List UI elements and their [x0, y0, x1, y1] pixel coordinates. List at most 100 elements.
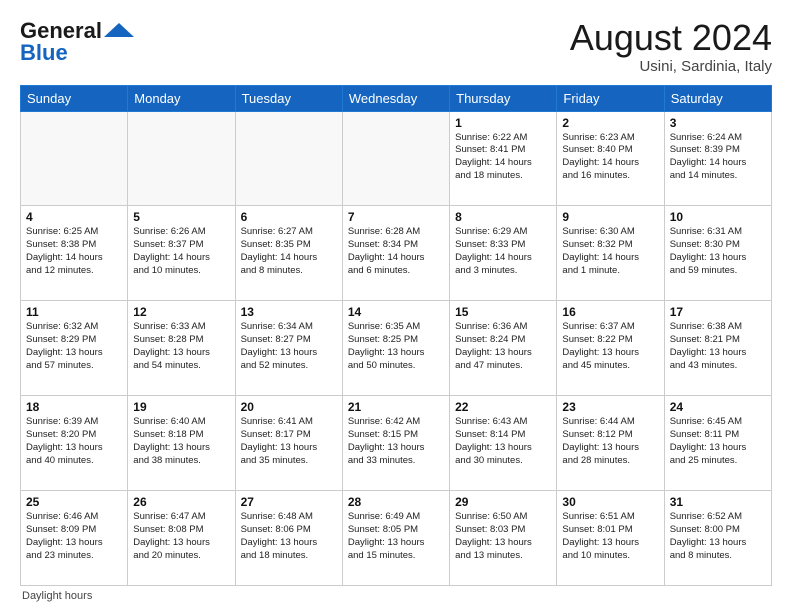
calendar-day-header: Sunday: [21, 85, 128, 111]
calendar-week-row: 4Sunrise: 6:25 AM Sunset: 8:38 PM Daylig…: [21, 206, 772, 301]
calendar-cell: 14Sunrise: 6:35 AM Sunset: 8:25 PM Dayli…: [342, 301, 449, 396]
calendar-cell: 18 Sunrise: 6:39 AM Sunset: 8:20 PM Dayli…: [21, 396, 128, 491]
logo: General Blue: [20, 18, 134, 66]
cell-sunrise-info: Sunrise: 6:44 AM Sunset: 8:12 PM Dayligh…: [562, 416, 658, 467]
cell-sunrise-info: Sunrise: 6:42 AM Sunset: 8:15 PM Dayligh…: [348, 416, 444, 467]
calendar-cell: 5Sunrise: 6:26 AM Sunset: 8:37 PM Daylig…: [128, 206, 235, 301]
cell-sunrise-info: Sunrise: 6:37 AM Sunset: 8:22 PM Dayligh…: [562, 321, 658, 372]
cell-sunrise-info: Sunrise: 6:46 AM Sunset: 8:09 PM Dayligh…: [26, 511, 122, 562]
page: General Blue August 2024 Usini, Sardinia…: [0, 0, 792, 612]
day-number: 30: [562, 495, 658, 509]
calendar-cell: [235, 111, 342, 206]
footer-note: Daylight hours: [20, 590, 772, 602]
calendar-cell: [21, 111, 128, 206]
cell-sunrise-info: Sunrise: 6:36 AM Sunset: 8:24 PM Dayligh…: [455, 321, 551, 372]
calendar-day-header: Monday: [128, 85, 235, 111]
calendar-cell: 4Sunrise: 6:25 AM Sunset: 8:38 PM Daylig…: [21, 206, 128, 301]
cell-sunrise-info: Sunrise: 6:34 AM Sunset: 8:27 PM Dayligh…: [241, 321, 337, 372]
day-number: 5: [133, 210, 229, 224]
day-number: 14: [348, 305, 444, 319]
calendar-cell: 21 Sunrise: 6:42 AM Sunset: 8:15 PM Dayli…: [342, 396, 449, 491]
cell-sunrise-info: Sunrise: 6:32 AM Sunset: 8:29 PM Dayligh…: [26, 321, 122, 372]
day-number: 24: [670, 400, 766, 414]
calendar-cell: 19 Sunrise: 6:40 AM Sunset: 8:18 PM Dayli…: [128, 396, 235, 491]
calendar-cell: 29 Sunrise: 6:50 AM Sunset: 8:03 PM Dayli…: [450, 491, 557, 586]
cell-sunrise-info: Sunrise: 6:52 AM Sunset: 8:00 PM Dayligh…: [670, 511, 766, 562]
day-number: 11: [26, 305, 122, 319]
day-number: 3: [670, 116, 766, 130]
day-number: 8: [455, 210, 551, 224]
calendar-week-row: 11 Sunrise: 6:32 AM Sunset: 8:29 PM Dayli…: [21, 301, 772, 396]
cell-sunrise-info: Sunrise: 6:29 AM Sunset: 8:33 PM Dayligh…: [455, 226, 551, 277]
day-number: 15: [455, 305, 551, 319]
day-number: 4: [26, 210, 122, 224]
calendar-cell: 25 Sunrise: 6:46 AM Sunset: 8:09 PM Dayli…: [21, 491, 128, 586]
day-number: 20: [241, 400, 337, 414]
day-number: 17: [670, 305, 766, 319]
calendar-day-header: Tuesday: [235, 85, 342, 111]
cell-sunrise-info: Sunrise: 6:24 AM Sunset: 8:39 PM Dayligh…: [670, 132, 766, 183]
cell-sunrise-info: Sunrise: 6:40 AM Sunset: 8:18 PM Dayligh…: [133, 416, 229, 467]
cell-sunrise-info: Sunrise: 6:49 AM Sunset: 8:05 PM Dayligh…: [348, 511, 444, 562]
day-number: 7: [348, 210, 444, 224]
calendar-cell: 2 Sunrise: 6:23 AM Sunset: 8:40 PM Daylig…: [557, 111, 664, 206]
calendar-cell: 10Sunrise: 6:31 AM Sunset: 8:30 PM Dayli…: [664, 206, 771, 301]
calendar-cell: [128, 111, 235, 206]
cell-sunrise-info: Sunrise: 6:23 AM Sunset: 8:40 PM Dayligh…: [562, 132, 658, 183]
day-number: 29: [455, 495, 551, 509]
calendar-day-header: Saturday: [664, 85, 771, 111]
calendar-cell: 16 Sunrise: 6:37 AM Sunset: 8:22 PM Dayli…: [557, 301, 664, 396]
cell-sunrise-info: Sunrise: 6:38 AM Sunset: 8:21 PM Dayligh…: [670, 321, 766, 372]
calendar-day-header: Friday: [557, 85, 664, 111]
calendar-cell: 24 Sunrise: 6:45 AM Sunset: 8:11 PM Dayli…: [664, 396, 771, 491]
day-number: 22: [455, 400, 551, 414]
calendar-week-row: 25 Sunrise: 6:46 AM Sunset: 8:09 PM Dayli…: [21, 491, 772, 586]
cell-sunrise-info: Sunrise: 6:43 AM Sunset: 8:14 PM Dayligh…: [455, 416, 551, 467]
calendar-cell: 31 Sunrise: 6:52 AM Sunset: 8:00 PM Dayli…: [664, 491, 771, 586]
day-number: 28: [348, 495, 444, 509]
day-number: 16: [562, 305, 658, 319]
calendar-cell: 12Sunrise: 6:33 AM Sunset: 8:28 PM Dayli…: [128, 301, 235, 396]
calendar-cell: 13 Sunrise: 6:34 AM Sunset: 8:27 PM Dayli…: [235, 301, 342, 396]
cell-sunrise-info: Sunrise: 6:30 AM Sunset: 8:32 PM Dayligh…: [562, 226, 658, 277]
day-number: 25: [26, 495, 122, 509]
cell-sunrise-info: Sunrise: 6:50 AM Sunset: 8:03 PM Dayligh…: [455, 511, 551, 562]
day-number: 19: [133, 400, 229, 414]
day-number: 6: [241, 210, 337, 224]
calendar-cell: 3 Sunrise: 6:24 AM Sunset: 8:39 PM Daylig…: [664, 111, 771, 206]
calendar-cell: 15 Sunrise: 6:36 AM Sunset: 8:24 PM Dayli…: [450, 301, 557, 396]
day-number: 10: [670, 210, 766, 224]
day-number: 21: [348, 400, 444, 414]
calendar-day-header: Thursday: [450, 85, 557, 111]
month-year: August 2024: [570, 18, 772, 58]
calendar-table: SundayMondayTuesdayWednesdayThursdayFrid…: [20, 85, 772, 586]
calendar-cell: [342, 111, 449, 206]
cell-sunrise-info: Sunrise: 6:33 AM Sunset: 8:28 PM Dayligh…: [133, 321, 229, 372]
calendar-cell: 17 Sunrise: 6:38 AM Sunset: 8:21 PM Dayli…: [664, 301, 771, 396]
cell-sunrise-info: Sunrise: 6:51 AM Sunset: 8:01 PM Dayligh…: [562, 511, 658, 562]
calendar-week-row: 18 Sunrise: 6:39 AM Sunset: 8:20 PM Dayli…: [21, 396, 772, 491]
cell-sunrise-info: Sunrise: 6:48 AM Sunset: 8:06 PM Dayligh…: [241, 511, 337, 562]
calendar-cell: 23 Sunrise: 6:44 AM Sunset: 8:12 PM Dayli…: [557, 396, 664, 491]
logo-blue: Blue: [20, 40, 68, 66]
title-block: August 2024 Usini, Sardinia, Italy: [570, 18, 772, 75]
cell-sunrise-info: Sunrise: 6:27 AM Sunset: 8:35 PM Dayligh…: [241, 226, 337, 277]
calendar-day-header: Wednesday: [342, 85, 449, 111]
calendar-cell: 6 Sunrise: 6:27 AM Sunset: 8:35 PM Daylig…: [235, 206, 342, 301]
calendar-cell: 30 Sunrise: 6:51 AM Sunset: 8:01 PM Dayli…: [557, 491, 664, 586]
day-number: 23: [562, 400, 658, 414]
day-number: 18: [26, 400, 122, 414]
day-number: 9: [562, 210, 658, 224]
calendar-cell: 1Sunrise: 6:22 AM Sunset: 8:41 PM Daylig…: [450, 111, 557, 206]
day-number: 1: [455, 116, 551, 130]
day-number: 2: [562, 116, 658, 130]
calendar-cell: 11 Sunrise: 6:32 AM Sunset: 8:29 PM Dayli…: [21, 301, 128, 396]
calendar-cell: 20Sunrise: 6:41 AM Sunset: 8:17 PM Dayli…: [235, 396, 342, 491]
day-number: 13: [241, 305, 337, 319]
day-number: 31: [670, 495, 766, 509]
cell-sunrise-info: Sunrise: 6:39 AM Sunset: 8:20 PM Dayligh…: [26, 416, 122, 467]
calendar-week-row: 1Sunrise: 6:22 AM Sunset: 8:41 PM Daylig…: [21, 111, 772, 206]
cell-sunrise-info: Sunrise: 6:45 AM Sunset: 8:11 PM Dayligh…: [670, 416, 766, 467]
calendar-cell: 7Sunrise: 6:28 AM Sunset: 8:34 PM Daylig…: [342, 206, 449, 301]
calendar-cell: 26Sunrise: 6:47 AM Sunset: 8:08 PM Dayli…: [128, 491, 235, 586]
